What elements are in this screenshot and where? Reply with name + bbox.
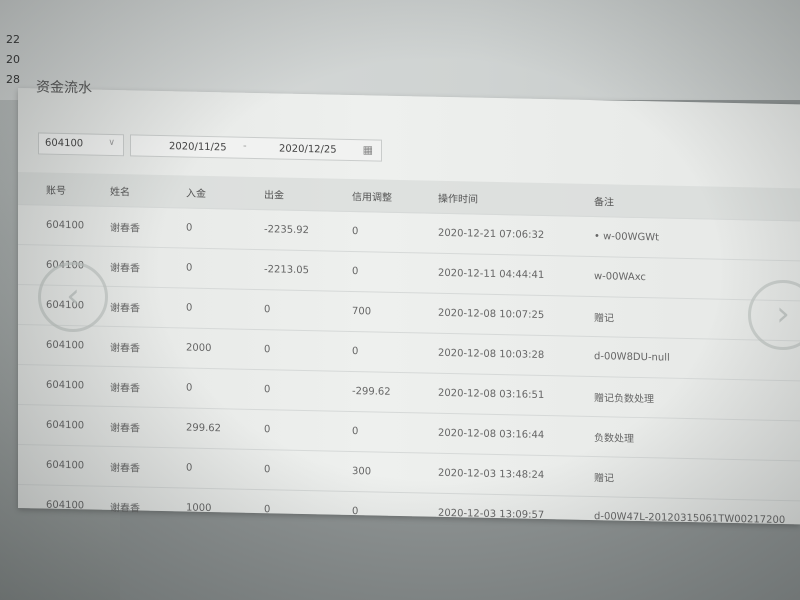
column-header-deposit[interactable]: 入金 [185,175,263,210]
cell-deposit: 299.62 [185,407,263,450]
dialog-title: 资金流水 [36,79,92,97]
cell-deposit: 0 [185,247,263,290]
background-number-list: 22 20 28 [6,30,20,90]
cell-operation-time: 2020-12-08 03:16:51 [437,373,593,417]
column-header-name[interactable]: 姓名 [109,173,185,208]
cell-deposit: 0 [185,367,263,410]
cell-withdrawal: 0 [263,489,351,531]
cell-operation-time: 2020-12-08 03:16:44 [437,413,593,457]
date-range-picker[interactable]: 2020/11/25 - 2020/12/25 ▦ [130,134,382,162]
cell-operation-time: 2020-12-03 13:09:57 [437,493,593,537]
column-header-remark[interactable]: 备注 [593,184,800,221]
cell-credit-adjustment: 0 [351,211,437,254]
cell-operation-time: 2020-12-21 07:06:32 [437,213,593,257]
cell-withdrawal: -2213.05 [263,249,351,292]
cell-credit-adjustment: 0 [351,331,437,374]
cell-credit-adjustment: 0 [351,411,437,454]
cell-operation-time: 2020-12-11 04:44:41 [437,253,593,297]
cell-account: 604100 [18,204,109,247]
cell-withdrawal: 0 [263,369,351,412]
account-select[interactable]: 604100 ∨ [38,132,124,157]
cell-remark: 负数处理 [593,416,800,461]
cell-operation-time: 2020-12-03 13:48:24 [437,453,593,497]
cell-name: 谢春香 [109,366,185,408]
cell-name: 谢春香 [109,446,185,488]
cell-name: 谢春香 [109,206,185,248]
date-start[interactable]: 2020/11/25 [169,141,227,153]
background-top-area [0,0,800,100]
cell-name: 谢春香 [109,286,185,328]
cell-credit-adjustment: -299.62 [351,371,437,414]
date-end[interactable]: 2020/12/25 [279,143,337,155]
cell-credit-adjustment: 0 [351,491,437,533]
account-select-value: 604100 [45,137,84,150]
cell-withdrawal: -2235.92 [263,209,351,252]
cell-withdrawal: 0 [263,409,351,452]
background-number: 22 [6,33,20,46]
date-separator: - [243,140,247,152]
chevron-left-icon[interactable]: ‹ [38,262,108,332]
cell-deposit: 0 [185,207,263,250]
fund-flow-table: 账号 姓名 入金 出金 信用调整 操作时间 备注 604100 谢春香 0 -2… [18,172,800,541]
cell-remark: d-00W47L-20120315061TW00217200 [593,496,800,541]
column-header-account[interactable]: 账号 [18,172,109,207]
cell-withdrawal: 0 [263,289,351,332]
cell-account: 604100 [18,484,109,526]
fund-flow-dialog: 资金流水 604100 ∨ 2020/11/25 - 2020/12/25 ▦ … [18,79,800,541]
cell-account: 604100 [18,404,109,447]
cell-account: 604100 [18,444,109,487]
cell-name: 谢春香 [109,406,185,448]
cell-remark: • w-00WGWt [593,216,800,261]
column-header-credit-adjustment[interactable]: 信用调整 [351,178,437,214]
cell-withdrawal: 0 [263,329,351,372]
cell-credit-adjustment: 0 [351,251,437,294]
cell-operation-time: 2020-12-08 10:03:28 [437,333,593,377]
cell-deposit: 0 [185,447,263,490]
cell-name: 谢春香 [109,246,185,288]
cell-remark: 赠记 [593,456,800,501]
column-header-withdrawal[interactable]: 出金 [263,177,351,212]
cell-withdrawal: 0 [263,449,351,492]
cell-deposit: 1000 [185,487,263,530]
cell-credit-adjustment: 300 [351,451,437,494]
chevron-down-icon: ∨ [108,137,115,149]
cell-name: 谢春香 [109,326,185,368]
calendar-icon[interactable]: ▦ [363,143,373,156]
cell-name: 谢春香 [109,486,185,528]
cell-remark: 赠记负数处理 [593,376,800,421]
cell-operation-time: 2020-12-08 10:07:25 [437,293,593,337]
cell-deposit: 2000 [185,327,263,370]
column-header-operation-time[interactable]: 操作时间 [437,180,593,217]
background-number: 20 [6,53,20,66]
cell-deposit: 0 [185,287,263,330]
cell-account: 604100 [18,364,109,407]
cell-credit-adjustment: 700 [351,291,437,334]
